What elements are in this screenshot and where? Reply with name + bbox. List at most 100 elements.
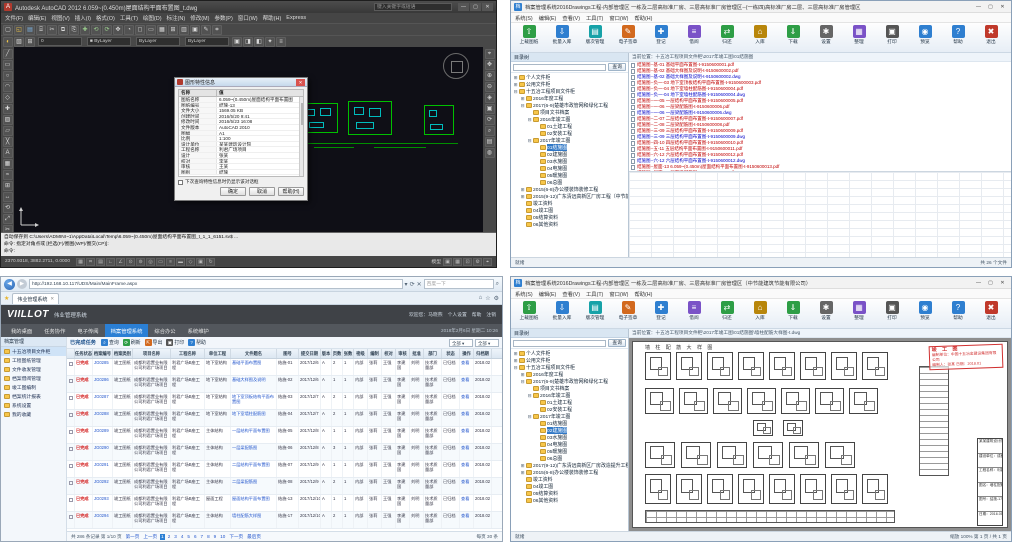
- nav-tab[interactable]: 我的桌面: [5, 324, 38, 337]
- doc-toolbar-button[interactable]: ▤版次管理: [579, 25, 611, 45]
- tree-expand-icon[interactable]: ⊟: [527, 138, 532, 144]
- tree-search-input[interactable]: [513, 340, 606, 347]
- column-header[interactable]: 版本: [321, 349, 332, 358]
- tree-item[interactable]: 04竣工图: [511, 483, 628, 490]
- properties-icon[interactable]: ▦: [157, 25, 167, 35]
- menu-item[interactable]: 标注(N): [167, 14, 186, 22]
- tree-item[interactable]: 竣工资料: [511, 476, 628, 483]
- content-tab-label[interactable]: 已完成任务: [70, 339, 96, 346]
- forward-button[interactable]: ▶: [17, 279, 27, 289]
- tree-expand-icon[interactable]: ⊟: [513, 89, 518, 95]
- menu-item[interactable]: 查看(V): [562, 14, 580, 22]
- tools-gear-icon[interactable]: ⚙: [494, 295, 499, 302]
- tree-item[interactable]: 05暖施图: [511, 172, 628, 179]
- column-header[interactable]: 状态: [442, 349, 460, 358]
- spline-icon[interactable]: ≈: [3, 170, 13, 180]
- doc-toolbar-button[interactable]: ◉预览: [909, 25, 941, 45]
- tree-expand-icon[interactable]: ⊟: [527, 414, 532, 420]
- doctop-grid-area[interactable]: [629, 172, 1011, 257]
- menu-item[interactable]: 窗口(W): [609, 14, 628, 22]
- add-icon[interactable]: ✚: [3, 104, 13, 114]
- zoom-in-icon[interactable]: ⊕: [485, 71, 495, 81]
- menu-item[interactable]: 系统(S): [515, 290, 533, 298]
- rotate-icon[interactable]: ⟲: [3, 203, 13, 213]
- tree-expand-icon[interactable]: ⊞: [520, 187, 525, 193]
- tree-item[interactable]: ⊟2017年竣工图: [511, 137, 628, 144]
- doc-toolbar-button[interactable]: ≡借阅: [678, 301, 710, 321]
- sidebar-item[interactable]: 系统设置: [1, 401, 66, 410]
- dialog-close-button[interactable]: ✕: [296, 79, 305, 86]
- table-row[interactable]: 已完成JG0289竣工图纸成都利君置业有限公司利君广场项目利君广场B座工程主体结…: [67, 427, 502, 444]
- column-header[interactable]: 部门: [424, 349, 442, 358]
- trim-icon[interactable]: ✂: [3, 225, 13, 232]
- table-style-icon[interactable]: ◨: [243, 37, 253, 47]
- layer-props-icon[interactable]: ◐: [3, 37, 13, 47]
- tree-expand-icon[interactable]: ⊟: [527, 117, 532, 123]
- column-header[interactable]: 提交日期: [299, 349, 321, 358]
- column-header[interactable]: 张数: [343, 349, 354, 358]
- workspace-icon[interactable]: ⚙: [473, 258, 482, 266]
- nav-tab[interactable]: 档案管理系统: [105, 324, 149, 337]
- table-row[interactable]: 已完成JG0292竣工图纸成都利君置业有限公司利君广场项目利君广场B座工程主体结…: [67, 478, 502, 495]
- match-icon[interactable]: ✚: [80, 25, 90, 35]
- tree-search-input[interactable]: [513, 64, 606, 71]
- column-header[interactable]: 页数: [332, 349, 343, 358]
- dim-style-icon[interactable]: ◧: [254, 37, 264, 47]
- column-header[interactable]: [67, 349, 75, 358]
- column-header[interactable]: 档案编号: [93, 349, 113, 358]
- paste-icon[interactable]: ⎘: [69, 25, 79, 35]
- tree-item[interactable]: ⊟2016年竣工图: [511, 116, 628, 123]
- tree-item[interactable]: ⊞个人文件柜: [511, 350, 628, 357]
- orbit-icon[interactable]: ◈: [485, 93, 495, 103]
- table-row[interactable]: 已完成JG0286竣工图纸成都利君置业有限公司利君广场项目利君广场B座工程地下室…: [67, 376, 502, 393]
- row-checkbox[interactable]: [69, 447, 73, 451]
- tree-expand-icon[interactable]: ⊞: [520, 372, 525, 378]
- doc-toolbar-button[interactable]: ▦整理: [843, 25, 875, 45]
- page-link[interactable]: 上一页: [142, 534, 158, 540]
- infer-constraints-toggle[interactable]: ▦: [76, 258, 85, 266]
- dialog-button[interactable]: 取消: [249, 187, 275, 196]
- doc-toolbar-button[interactable]: ⌂入库: [744, 301, 776, 321]
- menu-item[interactable]: 格式(O): [96, 14, 115, 22]
- doc-toolbar-button[interactable]: ⌂入库: [744, 25, 776, 45]
- menu-item[interactable]: 插入(I): [75, 14, 91, 22]
- sidebar-item[interactable]: 竣工图编制: [1, 383, 66, 392]
- page-link[interactable]: 7: [200, 534, 205, 540]
- table-row[interactable]: 已完成JG0287竣工图纸成都利君置业有限公司利君广场项目利君广场B座工程地下室…: [67, 393, 502, 410]
- tree-item[interactable]: 01土建工程: [511, 399, 628, 406]
- tree-item[interactable]: 06总图: [511, 455, 628, 462]
- layer-dropdown[interactable]: 0: [38, 37, 82, 46]
- tree-item[interactable]: 05暖施图: [511, 448, 628, 455]
- zoom-out-icon[interactable]: ⊖: [485, 82, 495, 92]
- table-row[interactable]: 已完成JG0285竣工图纸成都利君置业有限公司利君广场项目利君广场B座工程地下室…: [67, 359, 502, 376]
- otrack-toggle[interactable]: ◎: [146, 258, 155, 266]
- tree-item[interactable]: 04竣工图: [511, 207, 628, 214]
- tree-expand-icon[interactable]: ⊞: [520, 470, 525, 476]
- menu-item[interactable]: 编辑(E): [539, 14, 557, 22]
- ortho-toggle[interactable]: ∟: [106, 258, 115, 266]
- doc-toolbar-button[interactable]: ⇧上载图纸: [513, 301, 545, 321]
- link-help[interactable]: 帮助: [472, 311, 482, 318]
- tree-search-button[interactable]: 查询: [608, 63, 626, 71]
- sidebar-item[interactable]: 档案借阅管理: [1, 374, 66, 383]
- nav-tab[interactable]: 任务协作: [38, 324, 71, 337]
- command-prompt[interactable]: 命令:: [4, 248, 493, 255]
- table-row[interactable]: 已完成JG0293竣工图纸成都利君置业有限公司利君广场项目利君广场B座工程屋面工…: [67, 495, 502, 512]
- tree-item[interactable]: ⊟2017(6-9)楚雄市政管网和绿化工程: [511, 102, 628, 109]
- column-header[interactable]: 操作: [460, 349, 474, 358]
- column-header[interactable]: 档案类别: [113, 349, 133, 358]
- menu-item[interactable]: Express: [286, 15, 306, 21]
- doc-toolbar-button[interactable]: ?帮助: [942, 25, 974, 45]
- feeds-icon[interactable]: ☆: [485, 295, 490, 302]
- maximize-button[interactable]: ▢: [985, 3, 996, 11]
- filter-select[interactable]: 全部 ▾: [475, 339, 499, 347]
- lock-icon[interactable]: ⌖: [483, 258, 492, 266]
- zoom-realtime-icon[interactable]: ◔: [124, 25, 134, 35]
- tree-item[interactable]: 04电施图: [511, 441, 628, 448]
- lineweight-dropdown[interactable]: ByLayer: [185, 37, 229, 46]
- tree-expand-icon[interactable]: ⊞: [513, 351, 518, 357]
- menu-item[interactable]: 编辑(E): [539, 290, 557, 298]
- tree-item[interactable]: 01土建工程: [511, 123, 628, 130]
- doc-toolbar-button[interactable]: ⇄归还: [711, 25, 743, 45]
- page-link[interactable]: 8: [206, 534, 211, 540]
